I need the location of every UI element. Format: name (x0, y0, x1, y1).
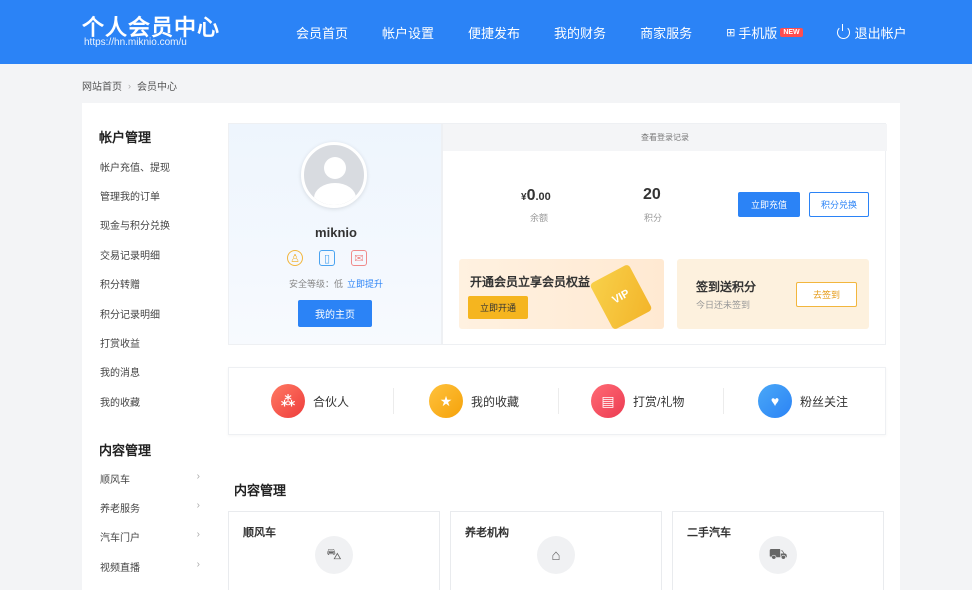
content-heading: 内容管理 (234, 483, 287, 498)
user-verify-icon[interactable]: ♙ (287, 250, 303, 266)
security-value: 低 (333, 279, 343, 289)
balance-label: 余额 (530, 213, 549, 223)
quick-entry-label: 粉丝关注 (800, 394, 849, 409)
quick-entry-label: 合伙人 (313, 394, 350, 409)
vip-title: 开通会员立享会员权益 (470, 275, 591, 289)
sidebar-item-elderly-care[interactable]: 养老服务 › (100, 500, 200, 515)
sidebar-item-messages[interactable]: 我的消息 (100, 364, 200, 379)
breadcrumb-home[interactable]: 网站首页 (82, 78, 122, 93)
nav-my-finance[interactable]: 我的财务 (554, 23, 606, 42)
sidebar-item-label: 养老服务 (100, 504, 140, 515)
username: miknio (315, 225, 357, 240)
quick-entry-label: 我的收藏 (471, 394, 520, 409)
points-value: 20 (643, 186, 661, 203)
quick-entry-favorites[interactable]: ★ 我的收藏 (429, 384, 519, 418)
sidebar-item-live-video[interactable]: 视频直播 › (100, 559, 200, 574)
nav-account-settings[interactable]: 帐户设置 (382, 23, 434, 42)
quick-entry-label: 打赏/礼物 (633, 394, 685, 409)
vip-banner[interactable]: 开通会员立享会员权益 立即开通 VIP (459, 259, 664, 329)
quick-entry-strip: ⁂ 合伙人 ★ 我的收藏 ▤ 打赏/礼物 ♥ 粉丝关注 (228, 367, 886, 435)
nav-member-home[interactable]: 会员首页 (296, 23, 348, 42)
divider (393, 388, 394, 414)
points-exchange-button[interactable]: 积分兑换 (809, 192, 869, 217)
sidebar-item-points-transfer[interactable]: 积分转赠 (100, 276, 200, 291)
quick-entry-gifts[interactable]: ▤ 打赏/礼物 (591, 384, 684, 418)
sidebar-heading-account: 帐户管理 (99, 130, 152, 145)
sidebar-item-label: 汽车门户 (100, 533, 140, 544)
breadcrumb: 网站首页 › 会员中心 (82, 78, 177, 94)
vip-card-icon: VIP (589, 263, 653, 329)
power-icon (836, 23, 850, 39)
sidebar-item-auto-portal[interactable]: 汽车门户 › (100, 529, 200, 544)
email-verify-icon[interactable]: ✉ (351, 250, 367, 266)
logout-link[interactable]: 退出帐户 (836, 23, 907, 42)
recharge-button[interactable]: 立即充值 (738, 192, 800, 217)
sidebar-item-label: 视频直播 (100, 563, 140, 574)
security-upgrade-link[interactable]: 立即提升 (347, 279, 383, 289)
sign-in-title: 签到送积分 (696, 280, 757, 294)
top-header: 个人会员中心 https://hn.miknio.com/u 会员首页 帐户设置… (0, 0, 972, 64)
sidebar-item-label: 顺风车 (100, 475, 130, 486)
home-heart-icon: ⌂ (537, 536, 575, 574)
avatar[interactable] (301, 142, 367, 208)
content-card-rideshare[interactable]: 顺风车 ⛍ (228, 511, 440, 590)
security-label: 安全等级： (288, 279, 334, 289)
star-icon: ★ (429, 384, 463, 418)
chevron-right-icon: › (196, 559, 200, 570)
chevron-right-icon: › (196, 529, 200, 540)
sidebar-heading-content: 内容管理 (99, 443, 152, 458)
sign-in-banner: 签到送积分 今日还未签到 去签到 (677, 259, 869, 329)
nav-mobile[interactable]: ⊞ 手机版 NEW (726, 23, 803, 42)
sidebar-item-rideshare[interactable]: 顺风车 › (100, 471, 200, 486)
breadcrumb-current: 会员中心 (137, 82, 177, 93)
nav-merchant-service[interactable]: 商家服务 (640, 23, 692, 42)
sign-in-status: 今日还未签到 (696, 300, 751, 310)
chevron-right-icon: › (196, 500, 200, 511)
security-level: 安全等级：低 立即提升 (229, 277, 443, 290)
profile-card: miknio ♙ ▯ ✉ 安全等级：低 立即提升 我的主页 (228, 123, 442, 345)
fans-icon: ♥ (758, 384, 792, 418)
content-card-title: 二手汽车 (687, 527, 731, 539)
sidebar-item-exchange[interactable]: 现金与积分兑换 (100, 217, 200, 232)
balance-value: ¥0.00 (521, 187, 551, 205)
verification-badges: ♙ ▯ ✉ (287, 250, 367, 266)
content-card-title: 顺风车 (243, 527, 276, 539)
chevron-right-icon: › (196, 471, 200, 482)
content-card-elderly-care[interactable]: 养老机构 ⌂ (450, 511, 662, 590)
content-card-used-car[interactable]: 二手汽车 ⛟ (672, 511, 884, 590)
main-panel: 帐户管理 帐户充值、提现 管理我的订单 现金与积分兑换 交易记录明细 积分转赠 … (82, 103, 900, 590)
breadcrumb-separator: › (128, 80, 131, 91)
nav-quick-publish[interactable]: 便捷发布 (468, 23, 520, 42)
account-summary-card: 查看登录记录 ¥0.00 余额 20 积分 立即充值 积分兑换 开通会员立享会员… (442, 123, 887, 345)
quick-entry-fans[interactable]: ♥ 粉丝关注 (758, 384, 848, 418)
balance-decimal: .00 (535, 191, 551, 203)
car-icon: ⛍ (315, 536, 353, 574)
sidebar-item-favorites[interactable]: 我的收藏 (100, 394, 200, 409)
site-url: https://hn.miknio.com/u (84, 37, 187, 48)
sidebar-item-orders[interactable]: 管理我的订单 (100, 188, 200, 203)
new-badge: NEW (780, 27, 803, 37)
top-nav: 会员首页 帐户设置 便捷发布 我的财务 商家服务 ⊞ 手机版 NEW 退出帐户 (296, 0, 941, 64)
phone-verify-icon[interactable]: ▯ (319, 250, 335, 266)
gift-icon: ▤ (591, 384, 625, 418)
points-label: 积分 (644, 213, 663, 223)
sidebar-item-tips[interactable]: 打赏收益 (100, 335, 200, 350)
used-car-icon: ⛟ (759, 536, 797, 574)
quick-entry-partner[interactable]: ⁂ 合伙人 (271, 384, 349, 418)
sidebar-item-recharge[interactable]: 帐户充值、提现 (100, 159, 200, 174)
divider (558, 388, 559, 414)
logout-label: 退出帐户 (854, 25, 907, 41)
login-log-link[interactable]: 查看登录记录 (443, 124, 887, 151)
sign-in-button[interactable]: 去签到 (796, 282, 857, 307)
nav-mobile-label: 手机版 (738, 25, 778, 41)
my-homepage-button[interactable]: 我的主页 (298, 300, 372, 327)
sidebar-item-points-log[interactable]: 积分记录明细 (100, 306, 200, 321)
divider (723, 388, 724, 414)
content-card-title: 养老机构 (465, 527, 509, 539)
sidebar-item-transactions[interactable]: 交易记录明细 (100, 247, 200, 262)
qr-grid-icon: ⊞ (726, 26, 736, 39)
partner-share-icon: ⁂ (271, 384, 305, 418)
open-vip-button[interactable]: 立即开通 (468, 296, 528, 319)
